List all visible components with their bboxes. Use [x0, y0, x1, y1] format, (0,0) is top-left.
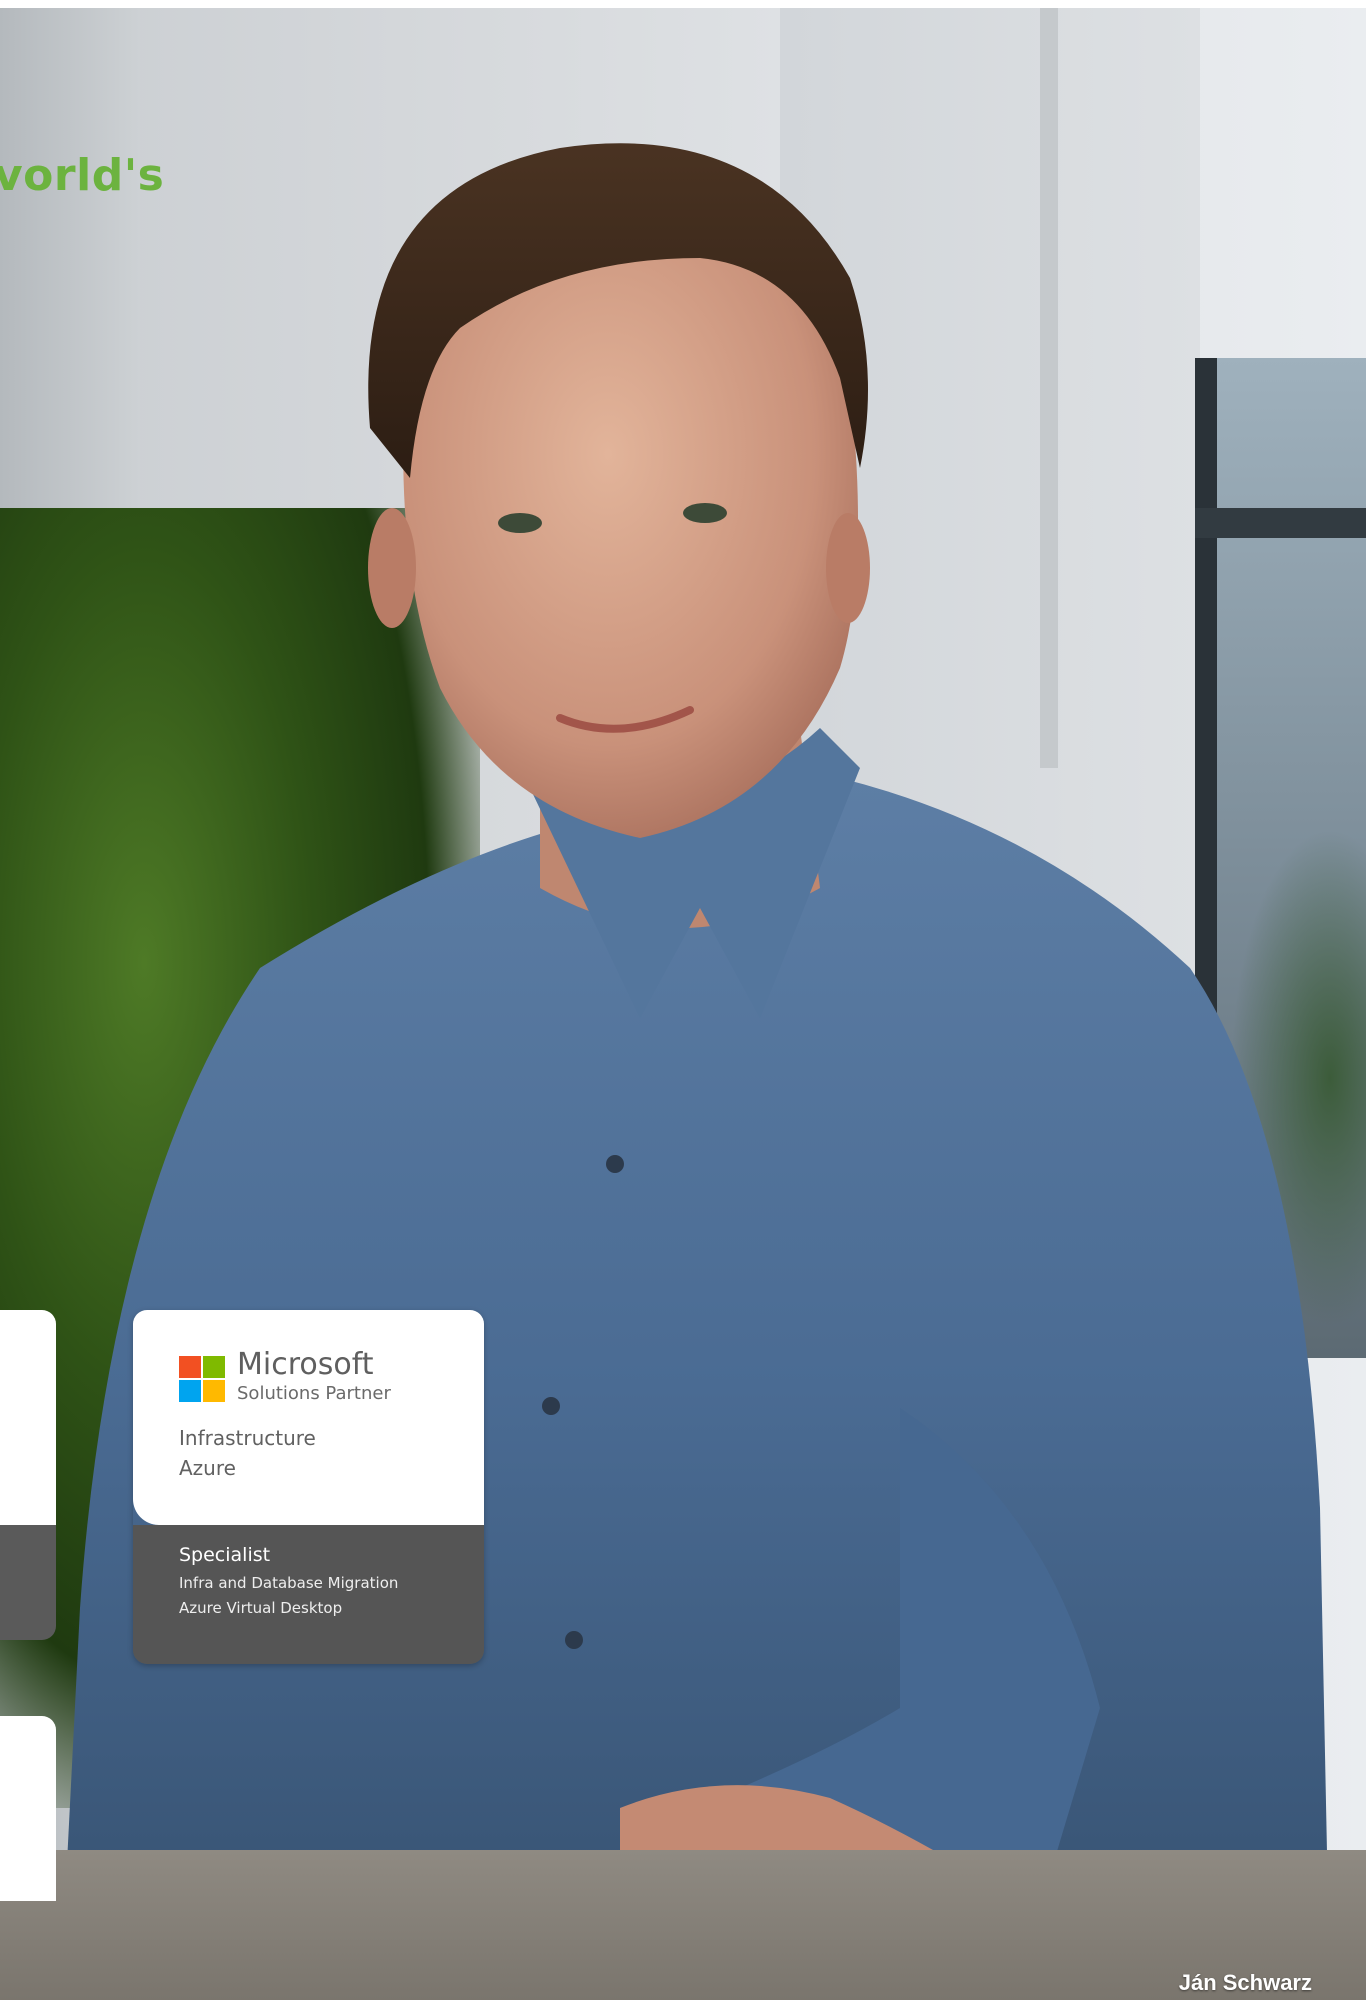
solution-area: Infrastructure	[179, 1426, 316, 1450]
specialist-label: Specialist	[179, 1544, 271, 1566]
badge-header: Microsoft Solutions Partner Infrastructu…	[133, 1310, 484, 1525]
ear-left	[368, 508, 416, 628]
hero-photo	[0, 8, 1366, 2000]
photo-caption: Ján Schwarz	[1178, 1970, 1312, 1995]
page-heading: vorld's	[0, 150, 165, 201]
badge-specialist-section: Specialist Infra and Database Migration …	[133, 1525, 484, 1664]
brand-name: Microsoft	[237, 1347, 374, 1382]
specialization-item: Azure Virtual Desktop	[179, 1599, 343, 1617]
program-name: Solutions Partner	[237, 1383, 391, 1404]
partner-badge-partial-2	[0, 1716, 56, 1901]
partner-badge-partial	[0, 1310, 56, 1640]
ear-right	[826, 513, 870, 623]
specialization-item: Infra and Database Migration	[179, 1574, 399, 1592]
table-surface	[0, 1850, 1366, 2000]
solution-area: Azure	[179, 1456, 236, 1480]
microsoft-partner-badge: Specialist Infra and Database Migration …	[133, 1310, 484, 1664]
person-portrait	[60, 143, 1330, 2000]
microsoft-logo-icon	[179, 1356, 225, 1402]
